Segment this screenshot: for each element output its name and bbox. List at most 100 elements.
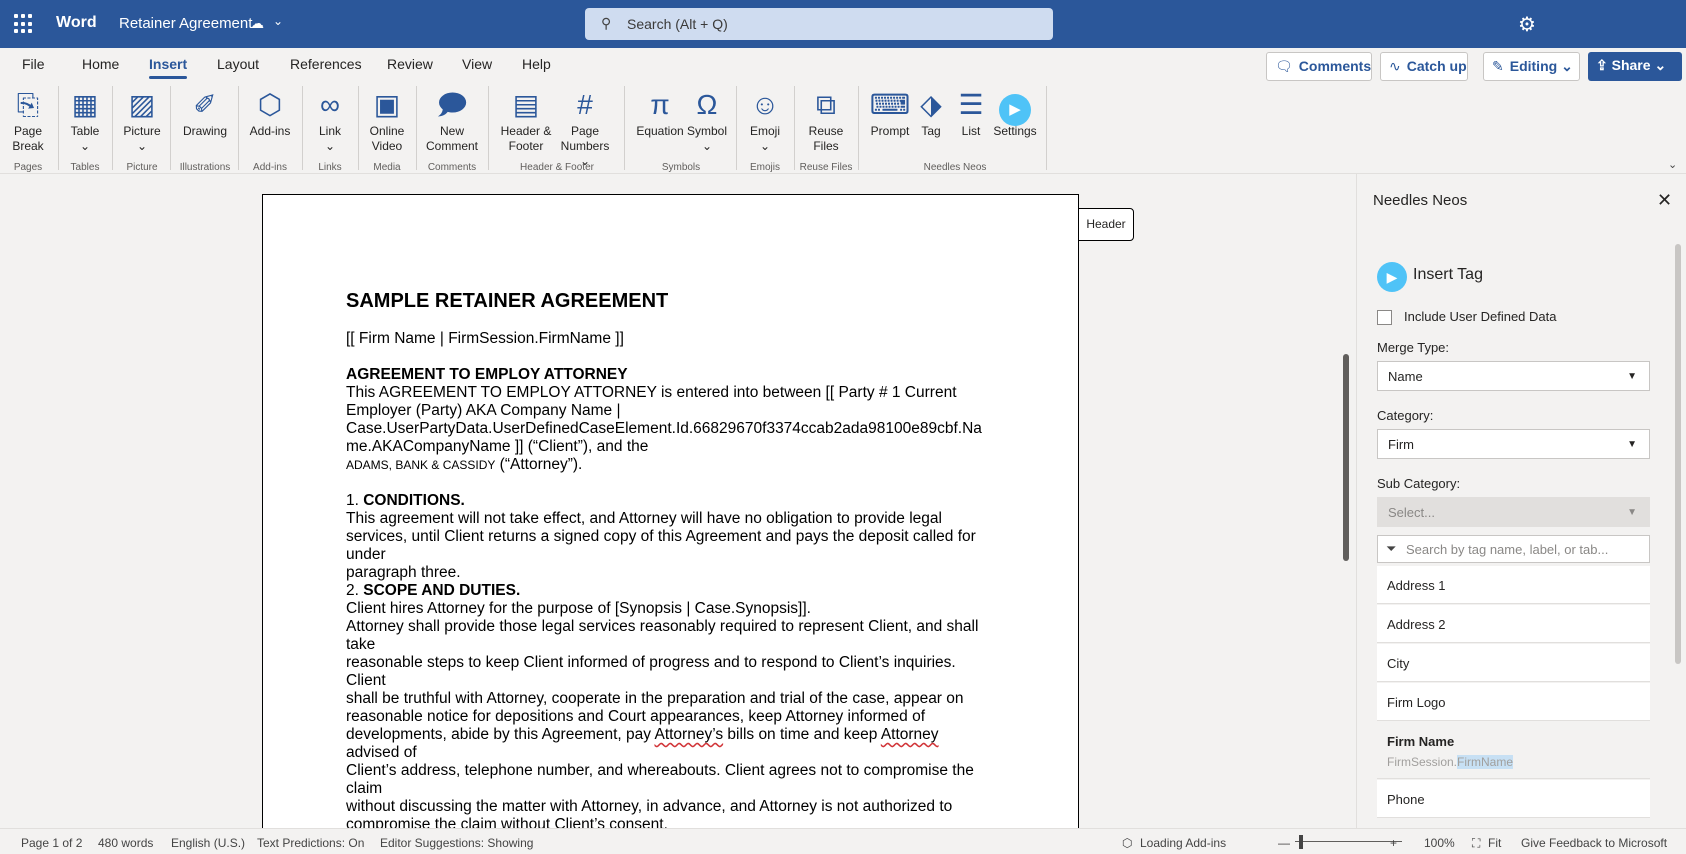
link-button[interactable]: ∞ Link ⌄ xyxy=(310,86,350,154)
header-tag[interactable]: Header xyxy=(1078,208,1134,241)
page-numbers-button[interactable]: # Page Numbers ⌄ xyxy=(554,86,616,169)
group-separator xyxy=(238,86,239,170)
paragraph-line: under xyxy=(346,546,386,563)
feedback-link[interactable]: Give Feedback to Microsoft xyxy=(1521,836,1667,850)
tag-search-box[interactable]: ⏷ xyxy=(1377,535,1650,563)
text-predictions-status[interactable]: Text Predictions: On xyxy=(257,836,364,850)
chevron-down-icon[interactable]: ⌄ xyxy=(1668,158,1677,171)
spelling-flag[interactable]: Attorney xyxy=(881,726,939,743)
cloud-saved-icon[interactable]: ☁ xyxy=(250,15,264,32)
zoom-level[interactable]: 100% xyxy=(1424,836,1455,850)
app-launcher-icon[interactable] xyxy=(14,14,34,34)
group-label: Illustrations xyxy=(179,162,231,173)
share-button[interactable]: ⇪ Share ⌄ xyxy=(1588,52,1682,81)
document-body[interactable]: SAMPLE RETAINER AGREEMENT [[ Firm Name |… xyxy=(346,289,1026,828)
button-label: ⌄ xyxy=(324,139,336,153)
group-label: Pages xyxy=(13,162,43,173)
symbol-button[interactable]: Ω Symbol ⌄ xyxy=(686,86,728,154)
insert-tag-heading[interactable]: Insert Tag xyxy=(1413,266,1483,284)
reuse-files-icon: ⧉ xyxy=(816,89,836,120)
word-count[interactable]: 480 words xyxy=(98,836,153,850)
spelling-flag[interactable]: Attorney’s xyxy=(654,726,723,743)
group-separator xyxy=(112,86,113,170)
tab-home[interactable]: Home xyxy=(82,56,119,72)
tag-item[interactable]: Address 1 xyxy=(1377,566,1650,604)
tag-item[interactable]: Address 2 xyxy=(1377,605,1650,643)
online-video-button[interactable]: ▣ Online Video xyxy=(366,86,408,154)
zoom-in-icon[interactable]: + xyxy=(1390,836,1397,850)
group-label: Needles Neos xyxy=(923,162,987,173)
header-footer-button[interactable]: ▤ Header & Footer xyxy=(496,86,556,154)
editor-suggestions-status[interactable]: Editor Suggestions: Showing xyxy=(380,836,533,850)
fit-button[interactable]: Fit xyxy=(1488,836,1501,850)
tab-references[interactable]: References xyxy=(290,56,362,72)
tag-button[interactable]: ⬗ Tag xyxy=(916,86,946,139)
search-input[interactable] xyxy=(627,14,1027,34)
document-page[interactable]: SAMPLE RETAINER AGREEMENT [[ Firm Name |… xyxy=(262,194,1079,828)
group-label: Links xyxy=(318,162,342,173)
group-separator xyxy=(170,86,171,170)
include-udd-checkbox[interactable] xyxy=(1377,310,1392,325)
share-icon: ⇪ xyxy=(1596,57,1608,73)
page-break-button[interactable]: ⎘ Page Break xyxy=(10,86,46,154)
group-label: Media xyxy=(373,162,401,173)
scrollbar-thumb[interactable] xyxy=(1675,244,1681,664)
merge-type-select[interactable]: Name ▼ xyxy=(1377,361,1650,391)
paragraph-line: me.AKACompanyName ]] (“Client”), and the xyxy=(346,438,649,455)
tag-item[interactable]: Firm Logo xyxy=(1377,683,1650,721)
gear-icon[interactable]: ⚙ xyxy=(1518,12,1536,37)
group-label: Add-ins xyxy=(253,162,287,173)
share-label: Share xyxy=(1611,57,1651,73)
chevron-down-icon[interactable]: ⌄ xyxy=(273,14,283,28)
tab-layout[interactable]: Layout xyxy=(217,56,259,72)
zoom-slider[interactable] xyxy=(1295,841,1402,842)
equation-button[interactable]: π Equation xyxy=(632,86,688,139)
document-title[interactable]: Retainer Agreement xyxy=(119,15,252,32)
reuse-files-button[interactable]: ⧉ Reuse Files xyxy=(802,86,850,154)
search-box[interactable]: ⚲ xyxy=(585,8,1053,40)
table-button[interactable]: ▦ Table ⌄ xyxy=(66,86,104,154)
list-button[interactable]: ☰ List xyxy=(956,86,986,139)
comments-button[interactable]: 🗨 Comments xyxy=(1266,52,1372,81)
search-icon: ⚲ xyxy=(601,15,612,31)
category-select[interactable]: Firm ▼ xyxy=(1377,429,1650,459)
zoom-out-icon[interactable]: — xyxy=(1278,836,1290,850)
tag-search-input[interactable] xyxy=(1406,541,1642,558)
prompt-button[interactable]: ⌨ Prompt xyxy=(866,86,914,139)
editing-button[interactable]: ✎ Editing ⌄ xyxy=(1483,52,1580,81)
paragraph-line: shall be truthful with Attorney, coopera… xyxy=(346,690,964,707)
settings-button[interactable]: ▶ Settings xyxy=(992,86,1038,139)
tab-help[interactable]: Help xyxy=(522,56,551,72)
tag-item[interactable]: City xyxy=(1377,644,1650,682)
group-separator xyxy=(58,86,59,170)
page-count[interactable]: Page 1 of 2 xyxy=(21,836,82,850)
language-status[interactable]: English (U.S.) xyxy=(171,836,245,850)
paragraph-line: paragraph three. xyxy=(346,564,461,581)
document-scrollbar[interactable] xyxy=(1343,354,1349,561)
tab-insert[interactable]: Insert xyxy=(149,56,188,79)
tab-review[interactable]: Review xyxy=(387,56,433,72)
section-heading: 1. CONDITIONS. xyxy=(346,492,1026,510)
emoji-button[interactable]: ☺ Emoji ⌄ xyxy=(744,86,786,154)
picture-button[interactable]: ▨ Picture ⌄ xyxy=(119,86,165,154)
group-separator xyxy=(624,86,625,170)
paragraph-line: reasonable steps to keep Client informed… xyxy=(346,654,956,671)
drawing-button[interactable]: ✐ Drawing xyxy=(178,86,232,139)
table-icon: ▦ xyxy=(71,89,99,120)
tag-item-selected[interactable]: Firm Name FirmSession.FirmName xyxy=(1377,722,1650,779)
new-comment-button[interactable]: 🗩 New Comment xyxy=(424,86,480,154)
app-name[interactable]: Word xyxy=(56,14,97,32)
comment-icon: 🗨 xyxy=(1275,58,1293,74)
button-label: Page xyxy=(13,124,43,138)
zoom-slider-thumb[interactable] xyxy=(1299,835,1303,849)
tab-file[interactable]: File xyxy=(22,56,45,72)
pane-scrollbar[interactable] xyxy=(1673,234,1683,824)
catchup-button[interactable]: ∿ Catch up xyxy=(1380,52,1468,81)
close-icon[interactable]: ✕ xyxy=(1657,190,1672,211)
tab-view[interactable]: View xyxy=(462,56,492,72)
tag-item[interactable]: Phone xyxy=(1377,780,1650,818)
addins-button[interactable]: ⬡ Add-ins xyxy=(246,86,294,139)
category-value: Firm xyxy=(1388,437,1414,452)
fit-icon: ⛶ xyxy=(1472,836,1481,850)
play-icon[interactable]: ▶ xyxy=(1377,262,1407,292)
